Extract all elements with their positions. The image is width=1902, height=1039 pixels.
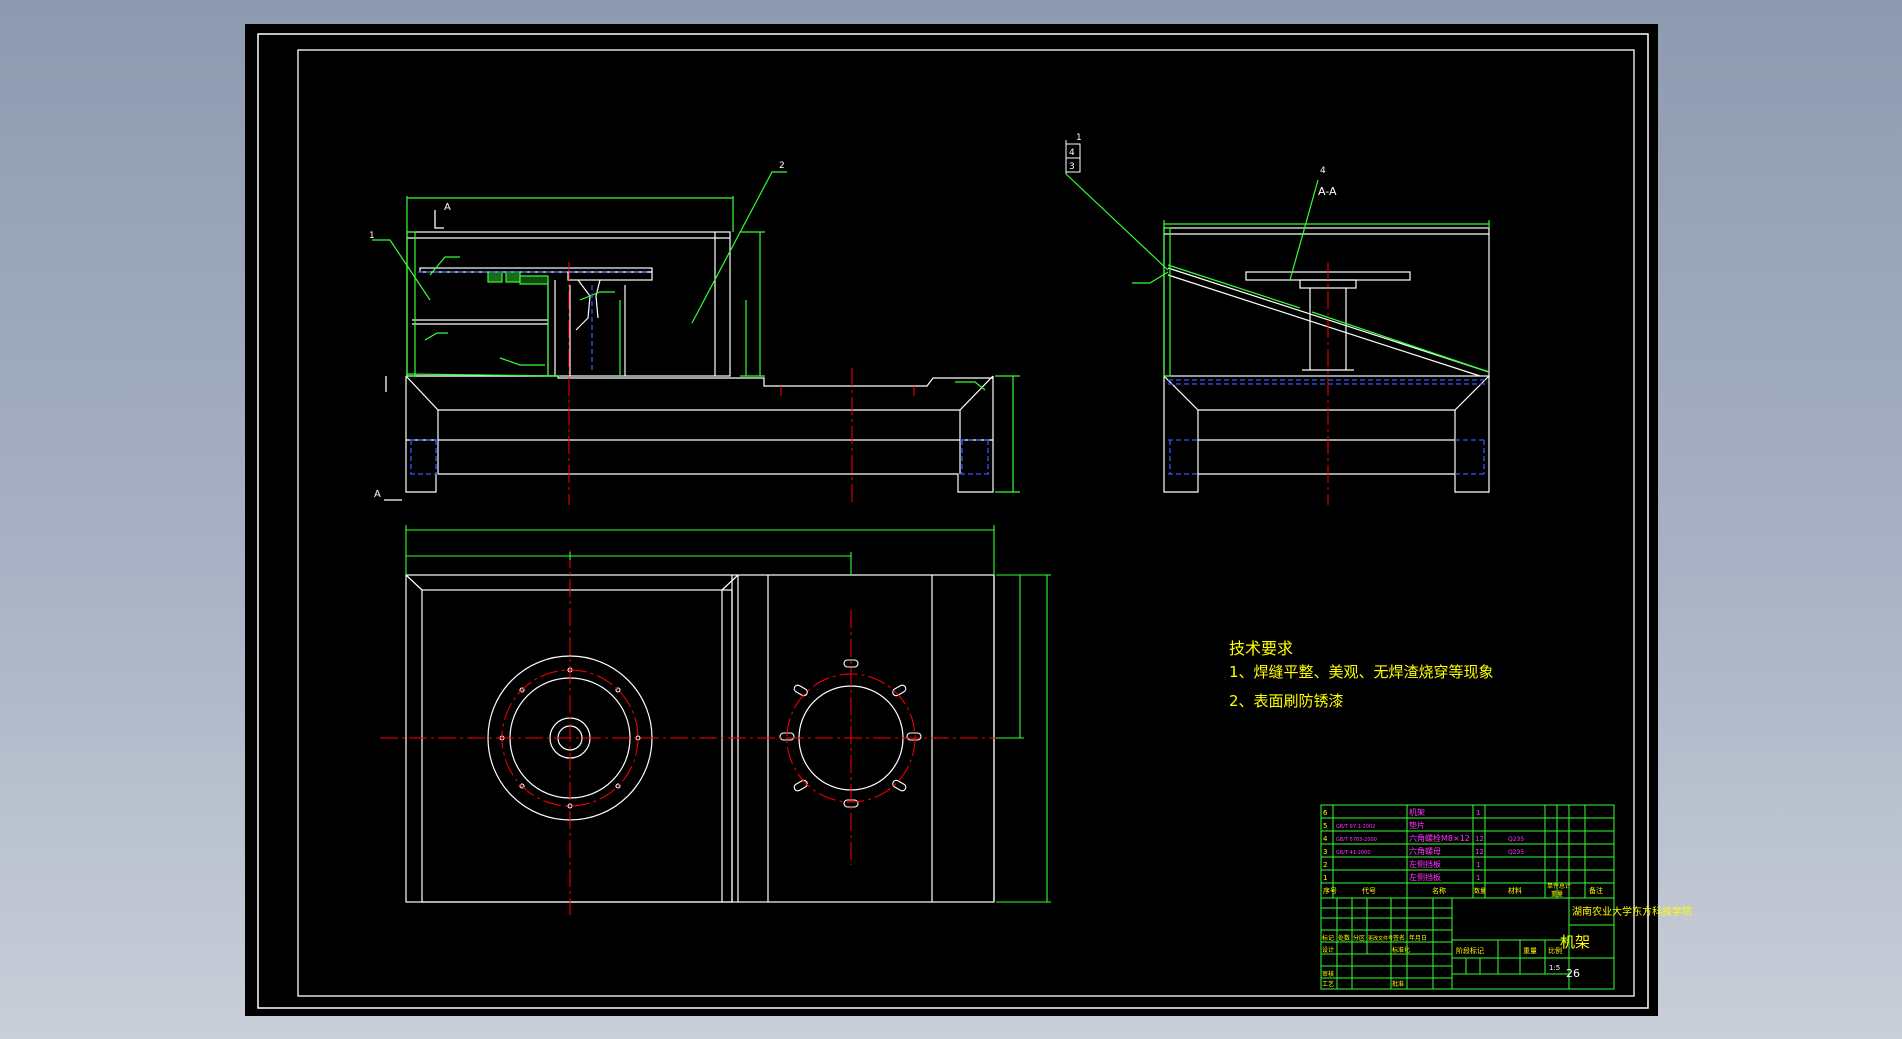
- paper: [245, 24, 1658, 1016]
- part-no-2: 2: [1323, 861, 1327, 869]
- part-mat-3: Q235: [1508, 849, 1524, 856]
- notes-item-1: 1、焊缝平整、美观、无焊渣烧穿等现象: [1229, 663, 1494, 681]
- view-marker-bottom: A: [374, 489, 381, 500]
- balloon-2: 2: [779, 161, 785, 171]
- part-qty-1: 1: [1476, 874, 1480, 882]
- university-name: 湖南农业大学东方科技学院: [1572, 905, 1692, 918]
- balloon-side-4: 4: [1320, 166, 1326, 176]
- part-no-4: 4: [1323, 835, 1328, 843]
- scale-value: 1:5: [1549, 964, 1560, 972]
- cad-viewport[interactable]: 技术要求 1、焊缝平整、美观、无焊渣烧穿等现象 2、表面刷防锈漆 A-A A A…: [0, 0, 1902, 1039]
- view-marker-top: A: [444, 202, 451, 213]
- col-header-name: 名称: [1432, 886, 1446, 895]
- label-sign: 签名: [1393, 934, 1405, 942]
- balloon-1: 1: [369, 231, 375, 241]
- part-name-2: 左侧挡板: [1409, 859, 1441, 869]
- part-qty-4: 12: [1475, 835, 1484, 843]
- notes-heading: 技术要求: [1229, 639, 1293, 658]
- part-mat-4: Q235: [1508, 836, 1524, 843]
- part-name-title: 机架: [1560, 933, 1590, 951]
- col-header-qty: 数量: [1474, 887, 1486, 895]
- part-name-4: 六角螺栓M8×12: [1409, 833, 1470, 843]
- part-no-1: 1: [1323, 874, 1327, 882]
- col-header-single: 单件: [1547, 882, 1559, 890]
- col-header-total: 总计: [1559, 882, 1571, 890]
- label-zone: 分区: [1353, 934, 1365, 942]
- part-no-5: 5: [1323, 822, 1327, 830]
- col-header-code: 代号: [1362, 886, 1376, 895]
- label-approve: 批准: [1392, 980, 1404, 988]
- label-weight: 重量: [1523, 947, 1537, 955]
- col-header-material: 材料: [1508, 886, 1522, 895]
- part-name-5: 垫片: [1409, 820, 1425, 830]
- part-name-6: 机架: [1409, 807, 1425, 817]
- label-process: 工艺: [1322, 980, 1334, 988]
- part-qty-2: 1: [1476, 861, 1480, 869]
- label-count: 处数: [1338, 934, 1350, 942]
- balloon-stack-1: 1: [1076, 133, 1082, 143]
- part-no-6: 6: [1323, 809, 1328, 817]
- drawing-number: 26: [1566, 967, 1580, 980]
- part-no-3: 3: [1323, 848, 1327, 856]
- part-qty-6: 1: [1476, 809, 1480, 817]
- part-code-4: GB/T 5783-2000: [1336, 837, 1377, 843]
- label-date: 年月日: [1409, 934, 1427, 942]
- drawing-sheet: 技术要求 1、焊缝平整、美观、无焊渣烧穿等现象 2、表面刷防锈漆 A-A A A…: [245, 24, 1692, 1016]
- label-stage: 阶段标记: [1456, 946, 1484, 955]
- label-design: 设计: [1322, 946, 1334, 954]
- part-qty-3: 12: [1475, 848, 1484, 856]
- label-standard: 标准化: [1392, 946, 1410, 954]
- part-name-3: 六角螺母: [1409, 846, 1441, 856]
- part-code-3: GB/T 41-2000: [1336, 850, 1371, 856]
- label-change-doc: 更改文件号: [1368, 935, 1393, 942]
- part-code-5: GB/T 97.1-2002: [1336, 824, 1375, 830]
- col-header-weight: 重量: [1551, 890, 1563, 898]
- section-label: A-A: [1318, 185, 1337, 198]
- label-review: 审核: [1322, 970, 1334, 978]
- col-header-remark: 备注: [1589, 886, 1603, 895]
- balloon-stack-3: 3: [1069, 162, 1075, 172]
- notes-item-2: 2、表面刷防锈漆: [1229, 692, 1344, 710]
- label-mark: 标记: [1322, 934, 1334, 942]
- part-name-1: 左侧挡板: [1409, 872, 1441, 882]
- balloon-stack-4: 4: [1069, 148, 1075, 158]
- col-header-no: 序号: [1323, 886, 1337, 895]
